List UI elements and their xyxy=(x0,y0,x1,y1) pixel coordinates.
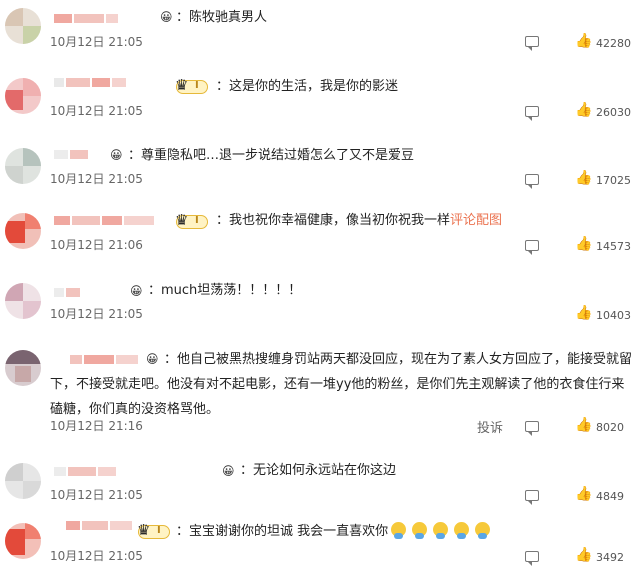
thumbs-up-icon[interactable]: 👍 xyxy=(575,486,592,502)
comment-icon[interactable] xyxy=(525,551,539,566)
image-link[interactable]: 评论配图 xyxy=(450,213,502,228)
comment-time: 10月12日 21:05 xyxy=(50,35,143,49)
comment-time: 10月12日 21:05 xyxy=(50,488,143,502)
smile-emoji-icon: 😀 xyxy=(130,284,143,298)
thumbs-up-icon[interactable]: 👍 xyxy=(575,102,592,118)
comment-text: ：陈牧驰真男人 xyxy=(176,10,268,25)
like-count: 14573 xyxy=(596,240,631,253)
avatar[interactable] xyxy=(5,8,41,44)
avatar[interactable] xyxy=(5,148,41,184)
avatar[interactable] xyxy=(5,213,41,249)
avatar[interactable] xyxy=(5,463,41,499)
crown-vip-icon xyxy=(175,211,208,229)
crown-vip-icon xyxy=(137,521,170,539)
like-count: 3492 xyxy=(596,551,624,564)
like-count: 17025 xyxy=(596,174,631,187)
emoji-icon xyxy=(412,522,428,539)
avatar[interactable] xyxy=(5,283,41,319)
comment-time: 10月12日 21:05 xyxy=(50,307,143,321)
thumbs-up-icon[interactable]: 👍 xyxy=(575,33,592,49)
comment-time: 10月12日 21:05 xyxy=(50,549,143,563)
like-count: 4849 xyxy=(596,490,624,503)
comment-text: ：我也祝你幸福健康，像当初你祝我一样评论配图 xyxy=(216,213,503,228)
emoji-icon xyxy=(475,522,491,539)
emoji-icon xyxy=(433,522,449,539)
comment-item: 😀 ：陈牧驰真男人 10月12日 21:05 👍 42280 xyxy=(0,0,640,60)
like-count: 10403 xyxy=(596,309,631,322)
comment-text: ：宝宝谢谢你的坦诚 我会一直喜欢你 xyxy=(176,519,493,544)
crown-vip-icon xyxy=(175,76,208,94)
comment-text: ：无论如何永远站在你这边 xyxy=(240,463,397,478)
username-redacted[interactable] xyxy=(54,467,116,476)
comment-item: 😀 ：他自己被黑热搜缠身罚站两天都没回应，现在为了素人女方回应了，能接受就留下，… xyxy=(0,345,640,440)
smile-emoji-icon: 😀 xyxy=(222,464,235,478)
report-button[interactable]: 投诉 xyxy=(477,417,503,436)
username-redacted[interactable] xyxy=(54,14,118,23)
smile-emoji-icon: 😀 xyxy=(160,10,173,24)
thumbs-up-icon[interactable]: 👍 xyxy=(575,236,592,252)
comment-icon[interactable] xyxy=(525,174,539,189)
comment-text: ：尊重隐私吧…退一步说结过婚怎么了又不是爱豆 xyxy=(128,148,415,163)
avatar[interactable] xyxy=(5,523,41,559)
comment-item: 😀 ：无论如何永远站在你这边 10月12日 21:05 👍 4849 xyxy=(0,455,640,510)
avatar[interactable] xyxy=(5,350,41,386)
thumbs-up-icon[interactable]: 👍 xyxy=(575,305,592,321)
username-redacted[interactable] xyxy=(54,216,154,225)
emoji-icon xyxy=(454,522,470,539)
comment-time: 10月12日 21:05 xyxy=(50,104,143,118)
like-count: 26030 xyxy=(596,106,631,119)
comment-icon[interactable] xyxy=(525,36,539,51)
comment-time: 10月12日 21:05 xyxy=(50,172,143,186)
thumbs-up-icon[interactable]: 👍 xyxy=(575,170,592,186)
smile-emoji-icon: 😀 xyxy=(110,148,123,162)
comment-icon[interactable] xyxy=(525,240,539,255)
like-count: 8020 xyxy=(596,421,624,434)
thumbs-up-icon[interactable]: 👍 xyxy=(575,547,592,563)
comment-item: ：宝宝谢谢你的坦诚 我会一直喜欢你 10月12日 21:05 👍 3492 xyxy=(0,515,640,573)
username-redacted[interactable] xyxy=(54,288,80,297)
comment-text: ：他自己被黑热搜缠身罚站两天都没回应，现在为了素人女方回应了，能接受就留下，不接… xyxy=(50,352,633,417)
comment-icon[interactable] xyxy=(525,490,539,505)
username-redacted[interactable] xyxy=(66,521,132,530)
comment-item: ：这是你的生活，我是你的影迷 10月12日 21:05 👍 26030 xyxy=(0,70,640,130)
emoji-icon xyxy=(391,522,407,539)
thumbs-up-icon[interactable]: 👍 xyxy=(575,417,592,433)
comment-item: ：我也祝你幸福健康，像当初你祝我一样评论配图 10月12日 21:06 👍 14… xyxy=(0,205,640,265)
comment-icon[interactable] xyxy=(525,106,539,121)
username-redacted[interactable] xyxy=(54,78,126,87)
comment-time: 10月12日 21:16 xyxy=(50,419,143,433)
comment-icon[interactable] xyxy=(525,421,539,436)
comment-time: 10月12日 21:06 xyxy=(50,238,143,252)
comment-item: 😀 ：尊重隐私吧…退一步说结过婚怎么了又不是爱豆 10月12日 21:05 👍 … xyxy=(0,140,640,200)
username-redacted[interactable] xyxy=(54,150,88,159)
avatar[interactable] xyxy=(5,78,41,114)
comment-item: 😀 ：much坦荡荡！！！！！ 10月12日 21:05 👍 10403 xyxy=(0,275,640,335)
like-count: 42280 xyxy=(596,37,631,50)
comment-text: ：这是你的生活，我是你的影迷 xyxy=(216,79,399,94)
comment-text: ：much坦荡荡！！！！！ xyxy=(148,283,302,298)
